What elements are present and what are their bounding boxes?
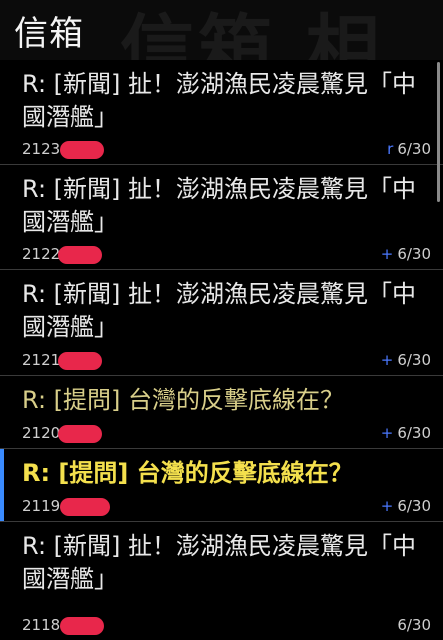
redaction-mark	[60, 498, 110, 516]
list-item[interactable]: R: [新聞] 扯！澎湖漁民凌晨驚見「中國潛艦」 2118 6/30	[0, 522, 443, 640]
message-date: 6/30	[397, 245, 431, 263]
list-item[interactable]: R: [新聞] 扯！澎湖漁民凌晨驚見「中國潛艦」 2122 +6/30	[0, 165, 443, 270]
header-background-text: 信箱 相	[120, 7, 384, 60]
message-date: 6/30	[397, 497, 431, 515]
message-date-block: +6/30	[381, 351, 431, 369]
list-item[interactable]: R: [提問] 台灣的反擊底線在？ 2119 +6/30	[0, 449, 443, 522]
redaction-mark	[60, 141, 104, 159]
message-mark: +	[380, 497, 394, 515]
message-date-block: +6/30	[381, 424, 431, 442]
page-title: 信箱	[14, 14, 84, 54]
app-header: 信箱 相 信箱	[0, 0, 443, 60]
message-mark: +	[380, 351, 394, 369]
scrollbar[interactable]	[437, 62, 440, 202]
redaction-mark	[60, 617, 104, 635]
message-id: 2120	[22, 424, 61, 442]
message-date: 6/30	[397, 616, 431, 634]
message-subject: R: [新聞] 扯！澎湖漁民凌晨驚見「中國潛艦」	[22, 70, 417, 131]
message-date: 6/30	[397, 140, 431, 158]
list-item[interactable]: R: [新聞] 扯！澎湖漁民凌晨驚見「中國潛艦」 2123 r 6/30	[0, 60, 443, 165]
message-date-block: +6/30	[381, 497, 431, 515]
message-id: 2119	[22, 497, 61, 515]
list-item[interactable]: R: [新聞] 扯！澎湖漁民凌晨驚見「中國潛艦」 2121 +6/30	[0, 270, 443, 376]
message-subject: R: [新聞] 扯！澎湖漁民凌晨驚見「中國潛艦」	[22, 532, 417, 593]
message-id: 2118	[22, 616, 61, 634]
message-mark: +	[380, 245, 394, 263]
redaction-mark	[58, 246, 102, 264]
message-mark: +	[380, 424, 394, 442]
message-date: 6/30	[397, 424, 431, 442]
message-subject: R: [提問] 台灣的反擊底線在？	[22, 459, 353, 487]
message-id: 2123	[22, 140, 61, 158]
selection-indicator	[0, 449, 4, 521]
message-date-block: +6/30	[381, 245, 431, 263]
message-date-block: 6/30	[393, 616, 431, 634]
redaction-mark	[58, 352, 102, 370]
message-list: R: [新聞] 扯！澎湖漁民凌晨驚見「中國潛艦」 2123 r 6/30 R: […	[0, 60, 443, 640]
message-subject: R: [提問] 台灣的反擊底線在？	[22, 386, 345, 414]
message-mark: r	[387, 140, 394, 158]
redaction-mark	[58, 425, 102, 443]
list-item[interactable]: R: [提問] 台灣的反擊底線在？ 2120 +6/30	[0, 376, 443, 449]
message-id: 2121	[22, 351, 61, 369]
message-subject: R: [新聞] 扯！澎湖漁民凌晨驚見「中國潛艦」	[22, 175, 417, 236]
message-subject: R: [新聞] 扯！澎湖漁民凌晨驚見「中國潛艦」	[22, 280, 417, 341]
message-date-block: r 6/30	[387, 140, 431, 158]
message-date: 6/30	[397, 351, 431, 369]
message-id: 2122	[22, 245, 61, 263]
